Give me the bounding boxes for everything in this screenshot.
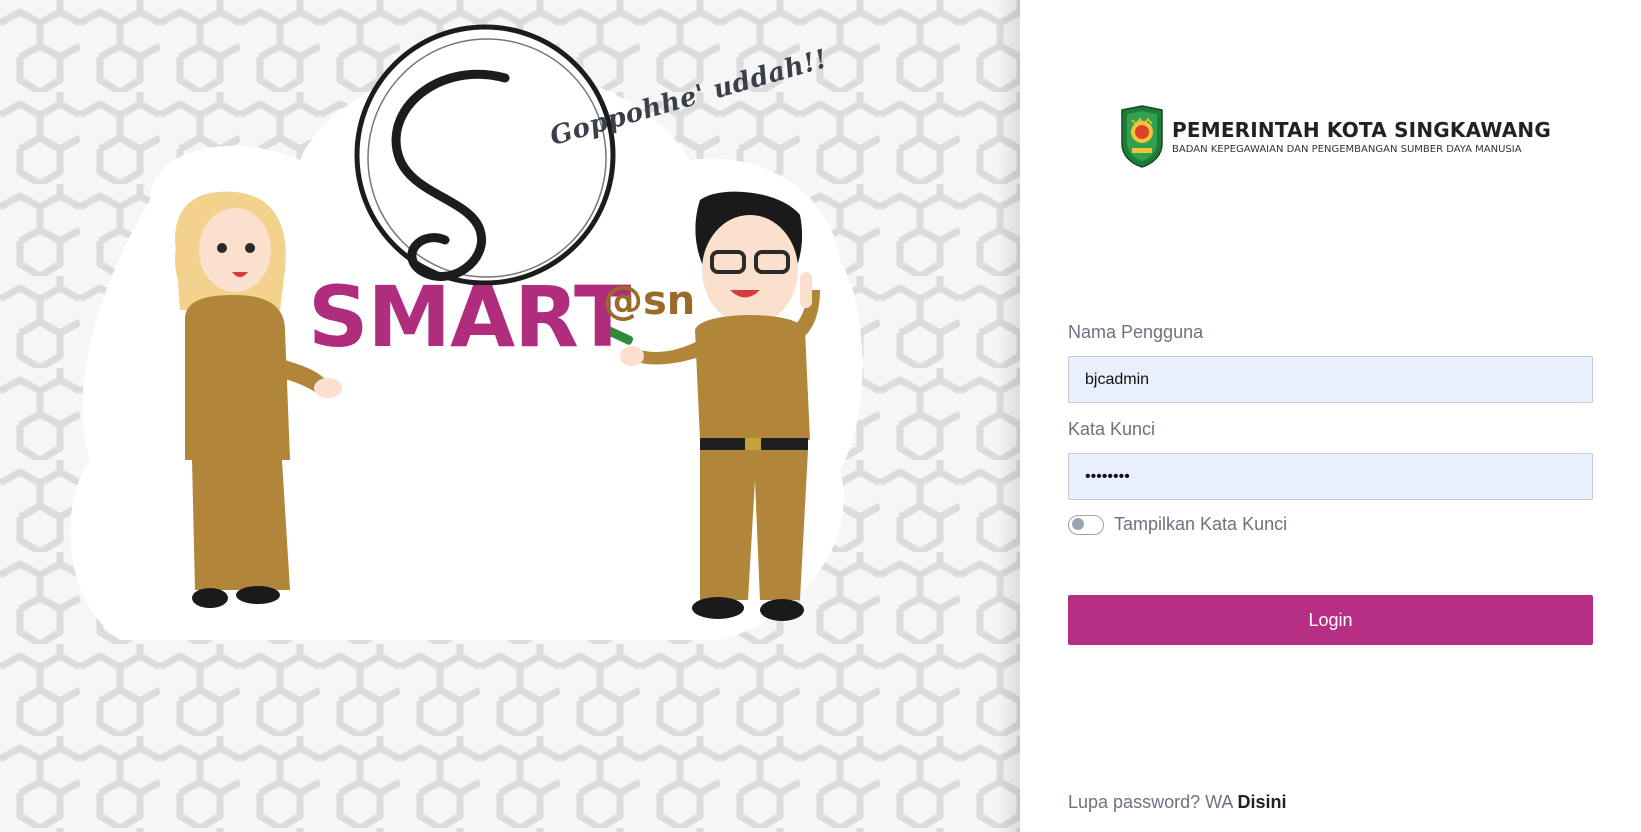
username-input[interactable] [1068,356,1593,403]
password-label: Kata Kunci [1068,419,1156,439]
login-button[interactable]: Login [1068,595,1593,645]
show-password-label[interactable]: Tampilkan Kata Kunci [1114,514,1287,535]
hero-illustration [70,24,863,641]
city-emblem-icon [1121,105,1163,168]
brand-suffix: @sn [603,278,696,324]
toggle-knob [1072,518,1084,530]
login-form: Nama Pengguna Kata Kunci Tampilkan Kata … [1068,322,1593,645]
show-password-toggle[interactable] [1068,514,1104,535]
panel-divider-shadow [996,0,1020,832]
smart-asn-logo [354,24,616,286]
hero-panel: Goppohhe' uddah!! SMART @sn [0,0,1020,832]
login-panel: PEMERINTAH KOTA SINGKAWANG BADAN KEPEGAW… [1020,0,1641,832]
brand-title: SMART [308,268,631,366]
password-input[interactable] [1068,453,1593,500]
forgot-password-text: Lupa password? WA [1068,792,1233,812]
forgot-password-line: Lupa password? WA Disini [1068,792,1286,813]
username-label: Nama Pengguna [1068,322,1204,342]
org-title: PEMERINTAH KOTA SINGKAWANG [1172,117,1551,142]
org-subtitle: BADAN KEPEGAWAIAN DAN PENGEMBANGAN SUMBE… [1172,143,1522,155]
show-password-row: Tampilkan Kata Kunci [1068,514,1593,535]
forgot-password-link[interactable]: Disini [1237,792,1286,812]
org-header: PEMERINTAH KOTA SINGKAWANG BADAN KEPEGAW… [1118,104,1551,168]
